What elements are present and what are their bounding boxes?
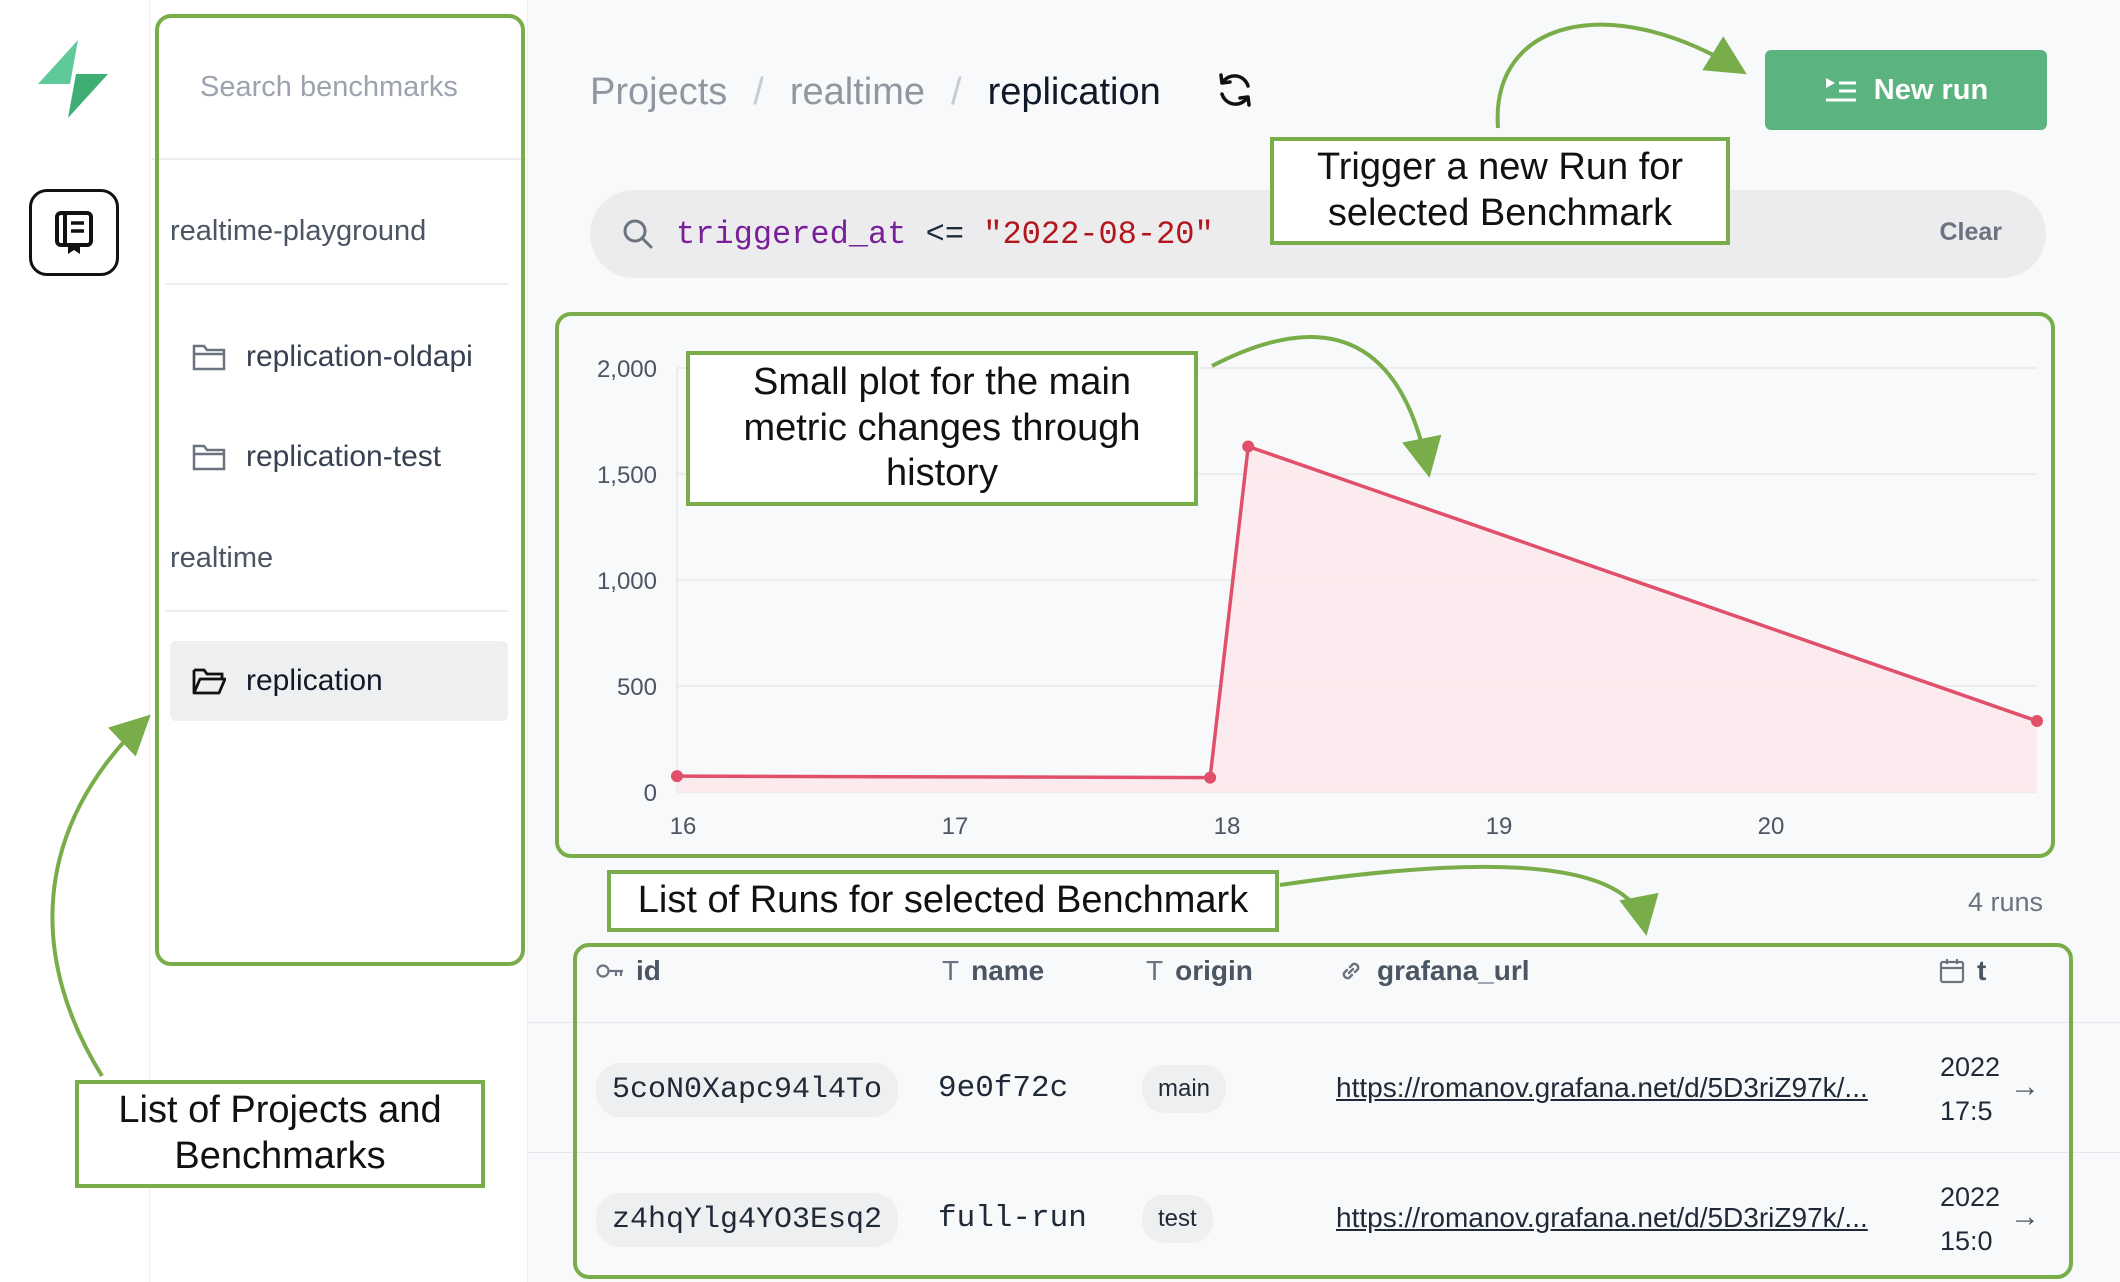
- clear-filter-button[interactable]: Clear: [1939, 218, 2002, 247]
- divider: [165, 610, 508, 612]
- data-point: [2031, 714, 2043, 727]
- column-header-origin[interactable]: T origin: [1146, 955, 1253, 987]
- annotation-plot: Small plot for the main metric changes t…: [686, 351, 1198, 506]
- sidebar-item-replication-test[interactable]: replication-test: [192, 417, 441, 497]
- data-point: [1204, 771, 1217, 784]
- filter-query[interactable]: triggered_at <= "2022-08-20": [676, 216, 1214, 253]
- divider: [152, 158, 526, 160]
- y-tick-label: 1,500: [597, 462, 657, 489]
- play-list-icon: [1825, 78, 1856, 102]
- folder-open-icon: [192, 668, 226, 695]
- book-icon: [55, 210, 93, 254]
- y-tick-label: 2,000: [597, 356, 657, 383]
- run-origin-badge: test: [1142, 1195, 1213, 1243]
- run-name: full-run: [938, 1201, 1087, 1236]
- column-header-grafana-url[interactable]: grafana_url: [1337, 955, 1530, 987]
- search-box: [160, 40, 510, 135]
- search-benchmarks-input[interactable]: [200, 71, 500, 104]
- runs-count: 4 runs: [1968, 887, 2044, 917]
- sidebar-item-replication[interactable]: replication: [170, 641, 508, 721]
- x-tick-label: 18: [1214, 813, 1241, 840]
- column-label: origin: [1175, 955, 1253, 986]
- group-label-realtime-playground: realtime-playground: [170, 215, 427, 247]
- x-tick-label: 17: [942, 813, 969, 840]
- filter-operator: <=: [925, 215, 965, 253]
- sidebar-item-label: replication-test: [246, 440, 442, 473]
- sidebar-item-replication-oldapi[interactable]: replication-oldapi: [192, 317, 473, 397]
- folder-icon: [192, 444, 226, 471]
- run-id: 5coN0Xapc94l4To: [596, 1063, 899, 1117]
- annotation-new-run: Trigger a new Run for selected Benchmark: [1270, 137, 1730, 245]
- run-time-clock: 17:5: [1940, 1096, 1993, 1126]
- data-point: [671, 770, 683, 783]
- benchmarks-nav-button[interactable]: [29, 189, 119, 276]
- logo-bolt-icon[interactable]: [32, 38, 114, 120]
- column-header-name[interactable]: T name: [942, 955, 1044, 987]
- annotation-line: selected Benchmark: [1327, 192, 1673, 234]
- breadcrumb-projects[interactable]: Projects: [590, 71, 727, 114]
- y-tick-label: 1,000: [597, 568, 657, 595]
- sidebar-item-label: replication-oldapi: [246, 340, 473, 373]
- y-tick-label: 0: [644, 780, 657, 807]
- breadcrumb-current: replication: [987, 70, 1161, 113]
- grafana-url-link[interactable]: https://romanov.grafana.net/d/5D3riZ97k/…: [1336, 1202, 1896, 1234]
- run-id: z4hqYlg4YO3Esq2: [596, 1193, 899, 1247]
- column-label: name: [971, 955, 1045, 986]
- annotation-line: metric changes through: [743, 406, 1141, 449]
- column-header-id[interactable]: id: [596, 955, 661, 987]
- x-tick-label: 16: [670, 813, 697, 840]
- annotation-line: List of Runs for selected Benchmark: [637, 879, 1249, 922]
- x-tick-label: 19: [1486, 813, 1513, 840]
- filter-value: "2022-08-20": [983, 215, 1214, 253]
- refresh-icon[interactable]: [1215, 70, 1255, 110]
- text-type-icon: T: [1146, 955, 1164, 986]
- sidebar-item-label: replication: [246, 664, 383, 697]
- new-run-button[interactable]: New run: [1765, 50, 2047, 130]
- grafana-url-link[interactable]: https://romanov.grafana.net/d/5D3riZ97k/…: [1336, 1072, 1896, 1104]
- link-icon: [1342, 962, 1360, 980]
- arrow-right-icon[interactable]: →: [2010, 1070, 2040, 1104]
- group-label-realtime: realtime: [170, 542, 274, 574]
- run-time-date: 2022: [1940, 1182, 2000, 1212]
- column-header-t[interactable]: t: [1939, 955, 1986, 987]
- annotation-projects: List of Projects and Benchmarks: [75, 1080, 485, 1188]
- breadcrumb-realtime[interactable]: realtime: [790, 71, 925, 114]
- row-divider: [528, 1152, 2120, 1153]
- breadcrumb: Projects / realtime / replication: [590, 62, 1161, 122]
- row-divider: [528, 1022, 2120, 1023]
- breadcrumb-separator: /: [951, 70, 962, 113]
- annotation-line: Trigger a new Run for: [1316, 146, 1684, 189]
- run-name: 9e0f72c: [938, 1071, 1069, 1106]
- search-icon: [623, 219, 653, 249]
- folder-icon: [192, 344, 226, 371]
- arrow-right-icon[interactable]: →: [2010, 1200, 2040, 1234]
- annotation-runs-list: List of Runs for selected Benchmark: [607, 870, 1279, 932]
- run-origin-badge: main: [1142, 1065, 1227, 1113]
- annotation-line: Benchmarks: [174, 1135, 386, 1177]
- text-type-icon: T: [942, 955, 960, 986]
- filter-key: triggered_at: [676, 215, 907, 253]
- new-run-label: New run: [1873, 73, 1989, 106]
- x-tick-label: 20: [1758, 813, 1785, 840]
- divider: [165, 283, 508, 285]
- annotation-line: List of Projects and: [118, 1089, 442, 1132]
- column-label: id: [636, 955, 661, 986]
- breadcrumb-separator: /: [753, 70, 764, 113]
- y-tick-label: 500: [617, 674, 657, 701]
- run-time-date: 2022: [1940, 1052, 2000, 1082]
- annotation-line: Small plot for the main: [752, 361, 1132, 404]
- run-time-clock: 15:0: [1940, 1226, 1993, 1256]
- data-point: [1242, 440, 1255, 453]
- key-icon: [596, 964, 623, 978]
- column-label: t: [1977, 955, 1987, 986]
- annotation-line: history: [886, 452, 998, 495]
- calendar-icon: [1939, 959, 1965, 984]
- column-label: grafana_url: [1377, 955, 1530, 986]
